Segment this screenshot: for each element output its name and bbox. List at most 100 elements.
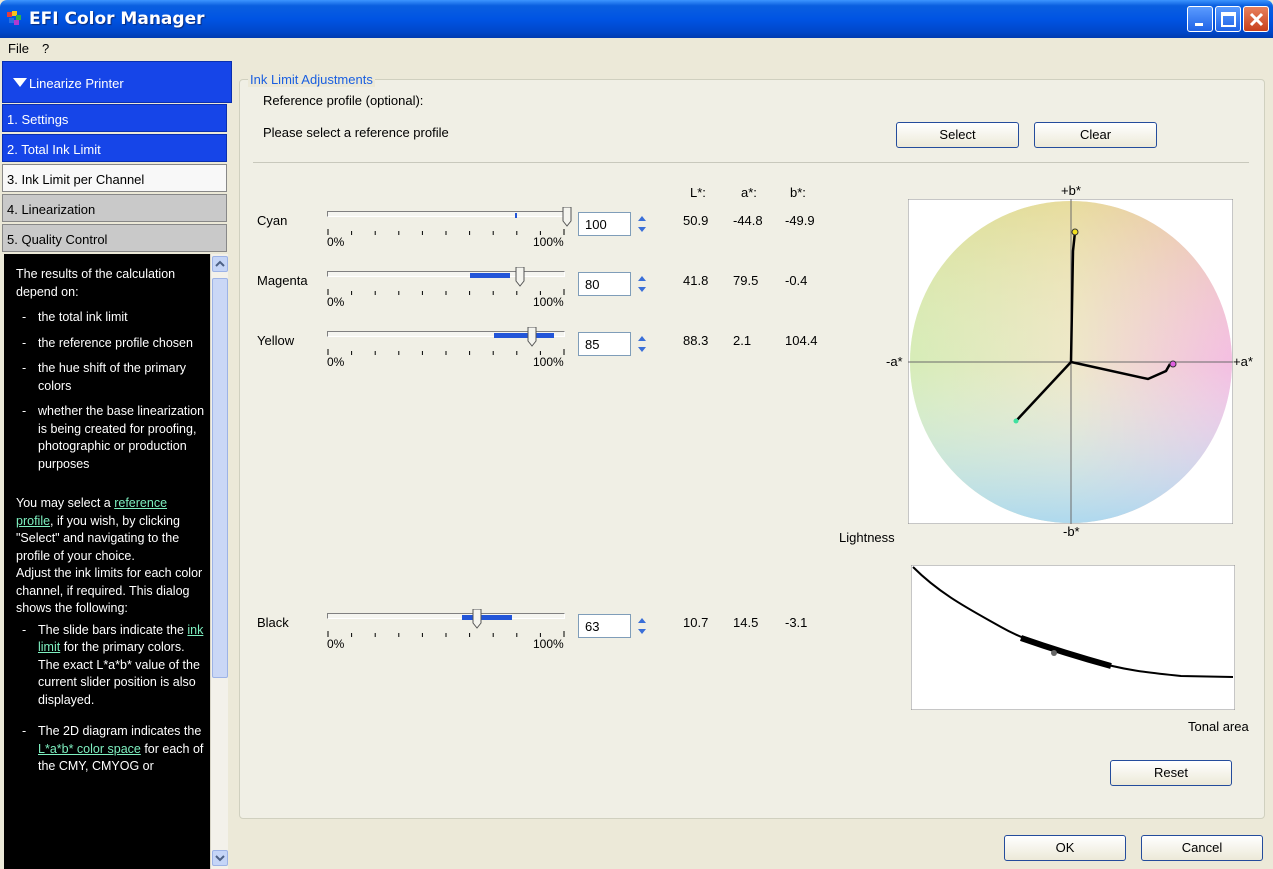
- spin-buttons-cyan[interactable]: [634, 212, 650, 236]
- column-header-l: L*:: [690, 185, 706, 200]
- value-a-cyan: -44.8: [733, 213, 763, 228]
- reset-button[interactable]: Reset: [1110, 760, 1232, 786]
- triangle-down-icon: [13, 78, 27, 87]
- tick-label-min: 0%: [327, 235, 345, 249]
- group-title: Ink Limit Adjustments: [248, 72, 375, 87]
- select-button[interactable]: Select: [896, 122, 1019, 148]
- tonal-area-label: Tonal area: [1188, 719, 1249, 734]
- spin-input-yellow[interactable]: 85: [578, 332, 631, 356]
- nav-item-total-ink-limit[interactable]: 2. Total Ink Limit: [2, 134, 227, 162]
- slider-ticks: [327, 229, 565, 235]
- value-b-yellow: 104.4: [785, 333, 818, 348]
- help-bullet: The 2D diagram indicates the L*a*b* colo…: [16, 723, 206, 776]
- slider-range: [515, 213, 517, 218]
- channel-label-yellow: Yellow: [257, 333, 295, 348]
- ab-color-diagram: [908, 199, 1233, 524]
- slider-thumb[interactable]: [527, 327, 537, 347]
- spin-buttons-magenta[interactable]: [634, 272, 650, 296]
- help-bullet: The slide bars indicate the ink limit fo…: [16, 622, 206, 710]
- clear-button[interactable]: Clear: [1034, 122, 1157, 148]
- slider-range: [494, 333, 554, 338]
- value-b-black: -3.1: [785, 615, 808, 630]
- nav-header-linearize-printer[interactable]: Linearize Printer: [2, 61, 232, 103]
- menu-help[interactable]: ?: [42, 41, 49, 56]
- tick-label-min: 0%: [327, 637, 345, 651]
- help-paragraph-reference: You may select a reference profile, if y…: [16, 496, 180, 563]
- help-scrollbar[interactable]: [210, 254, 228, 869]
- slider-range: [470, 273, 510, 278]
- close-button[interactable]: [1243, 6, 1269, 32]
- window-title: EFI Color Manager: [29, 9, 205, 29]
- spin-input-black[interactable]: 63: [578, 614, 631, 638]
- maximize-button[interactable]: [1215, 6, 1241, 32]
- tick-label-max: 100%: [533, 235, 564, 249]
- help-intro: The results of the calculation depend on…: [16, 267, 176, 299]
- help-panel: The results of the calculation depend on…: [4, 254, 210, 869]
- slider-thumb[interactable]: [515, 267, 525, 287]
- slider-range: [462, 615, 512, 620]
- yellow-point: [1071, 228, 1079, 236]
- axis-label-minus-b: -b*: [1063, 524, 1080, 539]
- help-bullet: whether the base linearization is being …: [16, 403, 206, 473]
- tick-label-max: 100%: [533, 637, 564, 651]
- spin-buttons-black[interactable]: [634, 614, 650, 638]
- cyan-point: [1013, 418, 1019, 424]
- value-b-cyan: -49.9: [785, 213, 815, 228]
- value-l-yellow: 88.3: [683, 333, 709, 348]
- spin-buttons-yellow[interactable]: [634, 332, 650, 356]
- value-l-cyan: 50.9: [683, 213, 709, 228]
- slider-ticks: [327, 631, 565, 637]
- tonal-curve-chart: [911, 565, 1235, 710]
- chevron-down-icon: [215, 855, 225, 862]
- axis-label-plus-b: +b*: [1061, 183, 1081, 198]
- app-icon: [7, 11, 21, 25]
- spin-input-cyan[interactable]: 100: [578, 212, 631, 236]
- spin-input-magenta[interactable]: 80: [578, 272, 631, 296]
- help-bullet: the hue shift of the primary colors: [16, 360, 206, 395]
- slider-black[interactable]: 0% 100%: [327, 609, 572, 657]
- nav-item-settings[interactable]: 1. Settings: [2, 104, 227, 132]
- chevron-up-icon: [215, 260, 225, 267]
- ok-button[interactable]: OK: [1004, 835, 1126, 861]
- value-b-magenta: -0.4: [785, 273, 808, 288]
- title-bar: EFI Color Manager: [0, 0, 1273, 38]
- axis-label-minus-a: -a*: [886, 354, 903, 369]
- channel-label-magenta: Magenta: [257, 273, 308, 288]
- value-a-yellow: 2.1: [733, 333, 752, 348]
- help-paragraph-adjust: Adjust the ink limits for each color cha…: [16, 566, 203, 615]
- value-a-black: 14.5: [733, 615, 759, 630]
- slider-thumb[interactable]: [562, 207, 572, 227]
- cancel-button[interactable]: Cancel: [1141, 835, 1263, 861]
- lab-color-space-link[interactable]: L*a*b* color space: [38, 742, 141, 756]
- close-icon: [1249, 12, 1264, 27]
- nav-item-linearization[interactable]: 4. Linearization: [2, 194, 227, 222]
- minimize-icon: [1195, 23, 1203, 26]
- value-l-magenta: 41.8: [683, 273, 709, 288]
- nav-item-quality-control[interactable]: 5. Quality Control: [2, 224, 227, 252]
- menu-bar: File ?: [0, 38, 1273, 60]
- slider-yellow[interactable]: 0% 100%: [327, 327, 572, 375]
- nav-header-label: Linearize Printer: [29, 76, 124, 91]
- scroll-down-button[interactable]: [212, 850, 228, 866]
- help-bullet: the total ink limit: [16, 309, 206, 327]
- menu-file[interactable]: File: [8, 41, 29, 56]
- scroll-thumb[interactable]: [212, 278, 228, 678]
- spin-value: 80: [585, 277, 600, 292]
- lightness-label: Lightness: [839, 530, 895, 545]
- slider-magenta[interactable]: 0% 100%: [327, 267, 572, 315]
- slider-cyan[interactable]: 0% 100%: [327, 207, 572, 255]
- value-l-black: 10.7: [683, 615, 709, 630]
- scroll-up-button[interactable]: [212, 256, 228, 272]
- maximize-icon: [1221, 12, 1236, 27]
- minimize-button[interactable]: [1187, 6, 1213, 32]
- slider-thumb[interactable]: [472, 609, 482, 629]
- tick-label-max: 100%: [533, 295, 564, 309]
- divider: [253, 162, 1249, 163]
- tick-label-max: 100%: [533, 355, 564, 369]
- slider-ticks: [327, 349, 565, 355]
- magenta-point: [1169, 360, 1177, 368]
- axis-label-plus-a: +a*: [1233, 354, 1253, 369]
- help-bullet: the reference profile chosen: [16, 335, 206, 353]
- channel-label-black: Black: [257, 615, 289, 630]
- nav-item-ink-limit-per-channel[interactable]: 3. Ink Limit per Channel: [2, 164, 227, 192]
